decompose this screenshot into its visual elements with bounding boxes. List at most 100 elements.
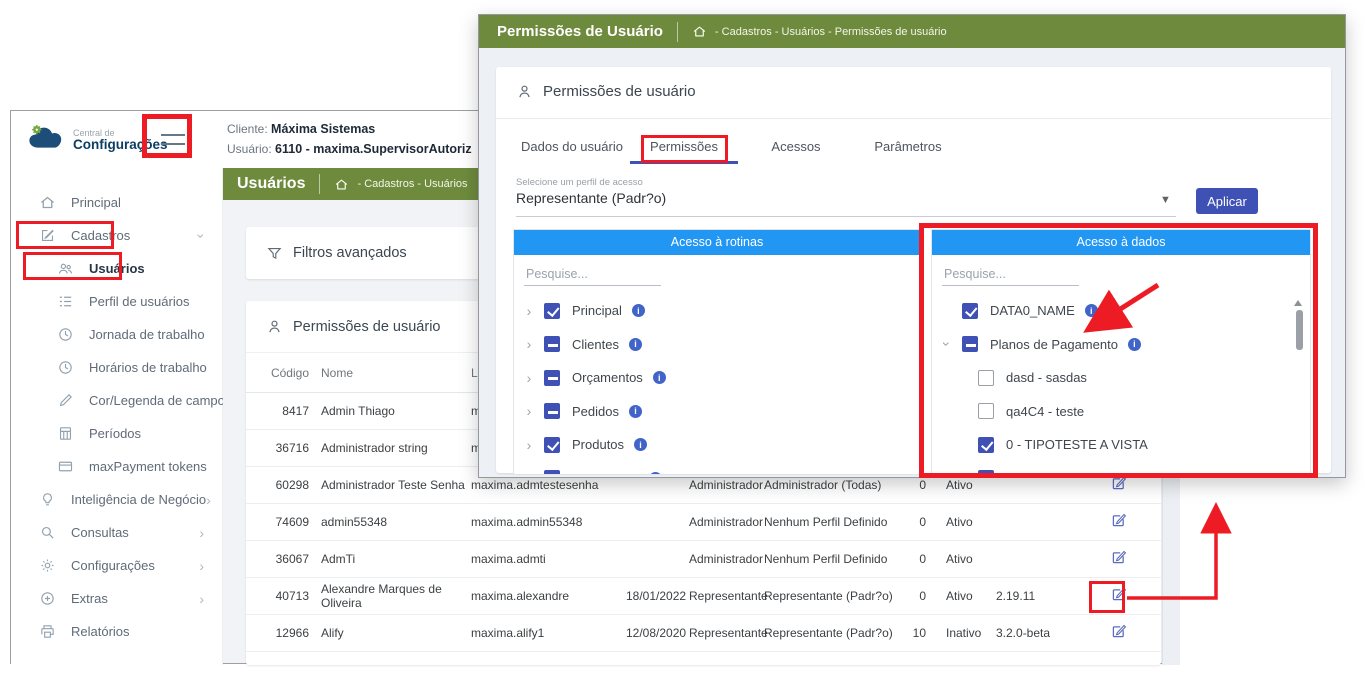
tab[interactable]: Dados do usuário bbox=[516, 133, 628, 164]
tree-item[interactable]: › dasd - sasdas bbox=[932, 361, 1310, 395]
sidebar-item[interactable]: Usuários bbox=[11, 252, 222, 285]
hamburger-menu-icon[interactable] bbox=[151, 121, 195, 157]
cell-nome: Admin Thiago bbox=[321, 404, 471, 418]
sidebar-item[interactable]: Cadastros › bbox=[11, 219, 222, 252]
tree-item-label: Clientes bbox=[572, 337, 619, 352]
table-row[interactable]: 12966 Alify maxima.alify1 12/08/2020 Rep… bbox=[246, 615, 1161, 652]
apply-button[interactable]: Aplicar bbox=[1196, 188, 1258, 214]
tree-item[interactable]: › 1 - A VISTA bbox=[932, 462, 1310, 476]
checkbox[interactable] bbox=[544, 403, 560, 419]
sidebar-item[interactable]: Cor/Legenda de campos bbox=[11, 384, 222, 417]
sidebar-item-label: Consultas bbox=[71, 525, 129, 540]
cell-num: 0 bbox=[901, 515, 946, 529]
checkbox[interactable] bbox=[544, 470, 560, 475]
panel-scrollbar[interactable] bbox=[1296, 310, 1303, 350]
sidebar-item[interactable]: Principal bbox=[11, 186, 222, 219]
sidebar-item-label: Cadastros bbox=[71, 228, 130, 243]
tree-item[interactable]: › Planos de Pagamento bbox=[932, 328, 1310, 362]
expander-icon[interactable]: › bbox=[522, 304, 536, 318]
tree-item[interactable]: › Clientes bbox=[514, 328, 920, 362]
bulb-icon bbox=[39, 491, 57, 509]
scrollbar-up-icon[interactable] bbox=[1294, 300, 1302, 306]
cell-codigo: 36716 bbox=[246, 441, 321, 455]
expander-icon[interactable]: › bbox=[522, 404, 536, 418]
info-icon[interactable] bbox=[629, 405, 642, 418]
edit-row-icon[interactable] bbox=[1110, 623, 1127, 640]
tree-item[interactable]: › Principal bbox=[514, 294, 920, 328]
tree-item-label: Pedidos bbox=[572, 404, 619, 419]
tab[interactable]: Acessos bbox=[740, 133, 852, 164]
edit-icon bbox=[39, 227, 57, 245]
info-icon[interactable] bbox=[629, 338, 642, 351]
sidebar-item[interactable]: Horários de trabalho bbox=[11, 351, 222, 384]
sidebar-item-label: maxPayment tokens bbox=[89, 459, 207, 474]
cell-codigo: 60298 bbox=[246, 478, 321, 492]
info-icon[interactable] bbox=[632, 304, 645, 317]
tab[interactable]: Parâmetros bbox=[852, 133, 964, 164]
expander-icon[interactable]: › bbox=[940, 337, 954, 351]
checkbox[interactable] bbox=[544, 336, 560, 352]
sidebar-item[interactable]: maxPayment tokens bbox=[11, 450, 222, 483]
expander-icon[interactable]: › bbox=[522, 438, 536, 452]
profile-select[interactable]: Representante (Padr?o) bbox=[516, 190, 666, 206]
home-icon bbox=[334, 177, 349, 192]
expander-icon[interactable]: › bbox=[522, 371, 536, 385]
search-icon bbox=[39, 524, 57, 542]
checkbox[interactable] bbox=[544, 437, 560, 453]
routines-access-panel: Acesso à rotinas › Principal › Clientes bbox=[513, 229, 921, 475]
sidebar-item[interactable]: Jornada de trabalho bbox=[11, 318, 222, 351]
tree-item-label: Produtos bbox=[572, 437, 624, 452]
sidebar-item[interactable]: Extras › bbox=[11, 582, 222, 615]
sidebar-item-label: Horários de trabalho bbox=[89, 360, 207, 375]
info-icon[interactable] bbox=[634, 438, 647, 451]
session-info: Cliente: Máxima Sistemas Usuário: 6110 -… bbox=[227, 119, 472, 159]
tab[interactable]: Permissões bbox=[628, 133, 740, 164]
checkbox[interactable] bbox=[544, 303, 560, 319]
sidebar-item[interactable]: Configurações › bbox=[11, 549, 222, 582]
dropdown-caret-icon[interactable]: ▼ bbox=[1160, 194, 1171, 206]
tree-item-label: Planos de Pagamento bbox=[990, 337, 1118, 352]
info-icon[interactable] bbox=[1085, 304, 1098, 317]
tree-item[interactable]: › qa4C4 - teste bbox=[932, 395, 1310, 429]
checkbox[interactable] bbox=[978, 403, 994, 419]
tree-item[interactable]: › Pedidos bbox=[514, 395, 920, 429]
tree-item[interactable]: › DATA0_NAME bbox=[932, 294, 1310, 328]
info-icon[interactable] bbox=[1128, 338, 1141, 351]
routines-tree: › Principal › Clientes › Orça bbox=[514, 294, 920, 475]
expander-icon[interactable]: › bbox=[522, 337, 536, 351]
sidebar-item[interactable]: Relatórios bbox=[11, 615, 222, 648]
client-label: Cliente: bbox=[227, 122, 268, 136]
tree-item[interactable]: › Mensagens bbox=[514, 462, 920, 476]
data-search-input[interactable] bbox=[942, 265, 1079, 286]
checkbox[interactable] bbox=[978, 437, 994, 453]
table-row[interactable]: 40713 Alexandre Marques de Oliveira maxi… bbox=[246, 578, 1161, 615]
table-row[interactable]: 74609 admin55348 maxima.admin55348 Admin… bbox=[246, 504, 1161, 541]
edit-row-icon[interactable] bbox=[1110, 586, 1127, 603]
info-icon[interactable] bbox=[653, 371, 666, 384]
sidebar-item-label: Extras bbox=[71, 591, 108, 606]
table-row[interactable]: 36067 AdmTi maxima.admti Administrador N… bbox=[246, 541, 1161, 578]
expander-icon[interactable]: › bbox=[522, 471, 536, 475]
checkbox[interactable] bbox=[962, 336, 978, 352]
edit-row-icon[interactable] bbox=[1110, 549, 1127, 566]
sidebar-item[interactable]: Perfil de usuários bbox=[11, 285, 222, 318]
sidebar-item[interactable]: Inteligência de Negócio › bbox=[11, 483, 222, 516]
sidebar-item[interactable]: Períodos bbox=[11, 417, 222, 450]
tree-item[interactable]: › 0 - TIPOTESTE A VISTA bbox=[932, 428, 1310, 462]
edit-row-icon[interactable] bbox=[1110, 512, 1127, 529]
sidebar-item-label: Inteligência de Negócio bbox=[71, 492, 206, 507]
routines-search-input[interactable] bbox=[524, 265, 661, 286]
info-icon[interactable] bbox=[649, 472, 662, 475]
checkbox[interactable] bbox=[978, 370, 994, 386]
cell-login: maxima.alify1 bbox=[471, 626, 626, 640]
tree-item[interactable]: › Produtos bbox=[514, 428, 920, 462]
cell-codigo: 12966 bbox=[246, 626, 321, 640]
checkbox[interactable] bbox=[978, 470, 994, 475]
sidebar-item[interactable]: Consultas › bbox=[11, 516, 222, 549]
tree-item-label: 1 - A VISTA bbox=[1006, 471, 1072, 475]
tree-item[interactable]: › Orçamentos bbox=[514, 361, 920, 395]
modal-breadcrumb: - Cadastros - Usuários - Permissões de u… bbox=[715, 26, 947, 38]
checkbox[interactable] bbox=[962, 303, 978, 319]
cell-tipo: Administrador bbox=[689, 515, 764, 529]
checkbox[interactable] bbox=[544, 370, 560, 386]
